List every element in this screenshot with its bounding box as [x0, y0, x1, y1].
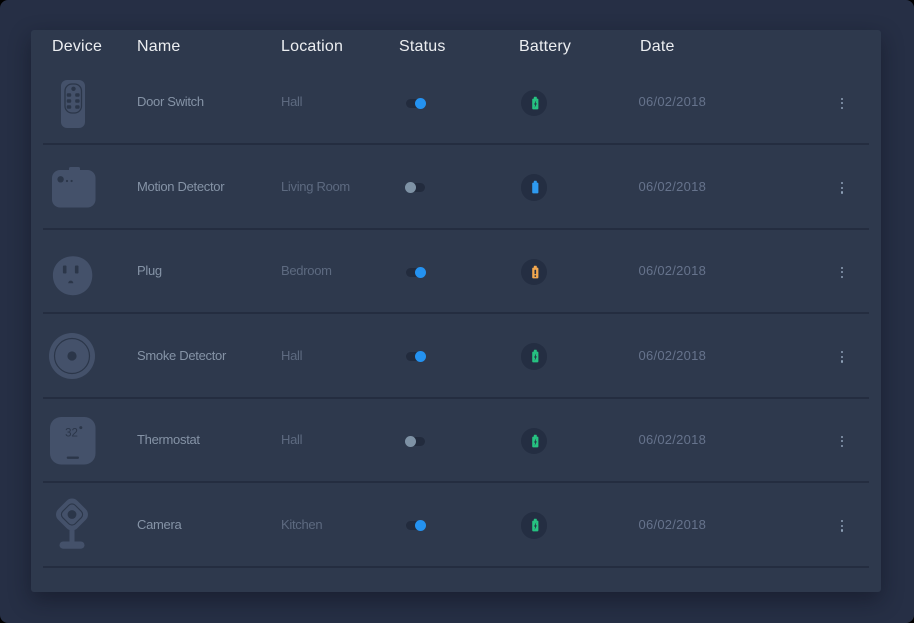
svg-text:32: 32 [65, 428, 78, 440]
